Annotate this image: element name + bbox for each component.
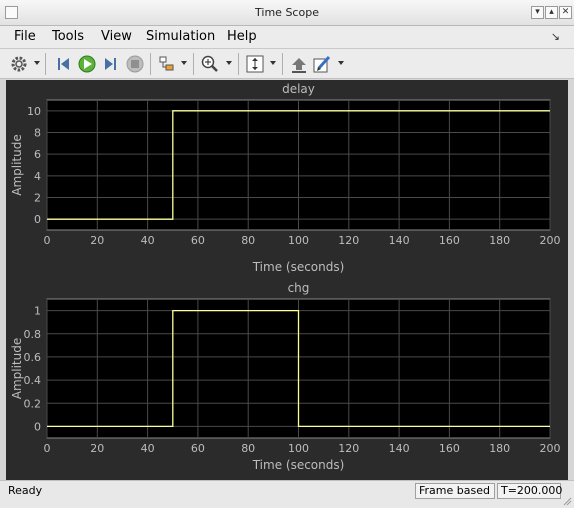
x-tick-label: 160 bbox=[439, 234, 460, 247]
x-tick-label: 160 bbox=[439, 442, 460, 455]
x-tick-label: 140 bbox=[389, 234, 410, 247]
toolbar-separator bbox=[45, 53, 46, 75]
y-tick-label: 4 bbox=[34, 170, 41, 183]
y-axis-label: Amplitude bbox=[10, 134, 24, 196]
x-tick-label: 0 bbox=[44, 234, 51, 247]
chevron-down-icon[interactable] bbox=[34, 61, 40, 65]
menu-tools[interactable]: Tools bbox=[52, 29, 84, 44]
gear-icon[interactable] bbox=[8, 53, 30, 75]
y-tick-label: 0 bbox=[34, 420, 41, 433]
minimize-button[interactable]: ▾ bbox=[531, 6, 544, 19]
menu-simulation[interactable]: Simulation bbox=[146, 29, 215, 44]
step-forward-icon[interactable] bbox=[99, 53, 121, 75]
y-tick-label: 1 bbox=[34, 305, 41, 318]
style-icon[interactable] bbox=[311, 53, 333, 75]
x-tick-label: 60 bbox=[191, 442, 205, 455]
scope-display: 0 20 40 60 80 100 120 140 160 180 200 0 2 4 6 8 10 delay T… bbox=[6, 80, 568, 480]
toolbar-separator bbox=[238, 53, 239, 75]
y-tick-label: 8 bbox=[34, 127, 41, 140]
undock-icon[interactable]: ↘ bbox=[551, 30, 560, 43]
zoom-in-icon[interactable] bbox=[199, 53, 221, 75]
resize-grip-icon[interactable] bbox=[562, 496, 572, 506]
menu-file[interactable]: File bbox=[14, 29, 36, 44]
y-tick-label: 0.4 bbox=[24, 374, 42, 387]
x-axis-label: Time (seconds) bbox=[252, 260, 345, 274]
x-tick-label: 100 bbox=[288, 234, 309, 247]
x-tick-label: 40 bbox=[141, 442, 155, 455]
toolbar-separator bbox=[282, 53, 283, 75]
toolbar-separator bbox=[193, 53, 194, 75]
simulation-time-indicator: T=200.000 bbox=[497, 483, 562, 499]
y-tick-label: 0.2 bbox=[24, 397, 42, 410]
y-tick-label: 6 bbox=[34, 148, 41, 161]
signal-highlight-icon[interactable] bbox=[156, 53, 178, 75]
y-axis-label: Amplitude bbox=[10, 338, 24, 400]
chevron-down-icon[interactable] bbox=[181, 61, 187, 65]
toolbar-separator bbox=[150, 53, 151, 75]
window-menu-button[interactable] bbox=[5, 6, 18, 19]
x-tick-label: 120 bbox=[338, 234, 359, 247]
scale-axes-icon[interactable] bbox=[244, 53, 266, 75]
x-tick-label: 100 bbox=[288, 442, 309, 455]
x-tick-label: 120 bbox=[338, 442, 359, 455]
y-tick-label: 0.6 bbox=[24, 351, 42, 364]
x-tick-label: 20 bbox=[90, 442, 104, 455]
restore-view-icon[interactable] bbox=[288, 53, 310, 75]
x-tick-label: 0 bbox=[44, 442, 51, 455]
window-title: Time Scope bbox=[255, 6, 319, 19]
x-tick-label: 80 bbox=[241, 442, 255, 455]
x-tick-label: 40 bbox=[141, 234, 155, 247]
title-bar: Time Scope ▾ ▴ ✕ bbox=[0, 0, 574, 26]
x-tick-label: 200 bbox=[540, 442, 561, 455]
x-tick-label: 180 bbox=[489, 234, 510, 247]
scope-plots[interactable]: 0 20 40 60 80 100 120 140 160 180 2000246810delayT… bbox=[6, 80, 568, 480]
x-tick-label: 140 bbox=[389, 442, 410, 455]
status-text: Ready bbox=[8, 484, 43, 497]
x-tick-label: 80 bbox=[241, 234, 255, 247]
plot-title: delay bbox=[282, 82, 315, 96]
x-axis-label: Time (seconds) bbox=[252, 458, 345, 472]
toolbar bbox=[0, 49, 574, 79]
close-button[interactable]: ✕ bbox=[559, 6, 572, 19]
plot-title: chg bbox=[288, 281, 310, 295]
status-bar: Ready Frame based T=200.000 bbox=[0, 480, 574, 508]
chevron-down-icon[interactable] bbox=[338, 61, 344, 65]
stop-icon[interactable] bbox=[124, 53, 146, 75]
frame-mode-indicator: Frame based bbox=[415, 483, 495, 499]
run-icon[interactable] bbox=[76, 53, 98, 75]
y-tick-label: 2 bbox=[34, 192, 41, 205]
x-tick-label: 20 bbox=[90, 234, 104, 247]
y-tick-label: 0.8 bbox=[24, 328, 42, 341]
menu-help[interactable]: Help bbox=[227, 29, 257, 44]
maximize-button[interactable]: ▴ bbox=[545, 6, 558, 19]
menu-bar: File Tools View Simulation Help ↘ bbox=[0, 26, 574, 49]
y-tick-label: 0 bbox=[34, 213, 41, 226]
step-back-icon[interactable] bbox=[53, 53, 75, 75]
menu-view[interactable]: View bbox=[101, 29, 132, 44]
x-tick-label: 200 bbox=[540, 234, 561, 247]
x-tick-label: 180 bbox=[489, 442, 510, 455]
y-tick-label: 10 bbox=[27, 105, 41, 118]
chevron-down-icon[interactable] bbox=[226, 61, 232, 65]
x-tick-label: 60 bbox=[191, 234, 205, 247]
chevron-down-icon[interactable] bbox=[270, 61, 276, 65]
